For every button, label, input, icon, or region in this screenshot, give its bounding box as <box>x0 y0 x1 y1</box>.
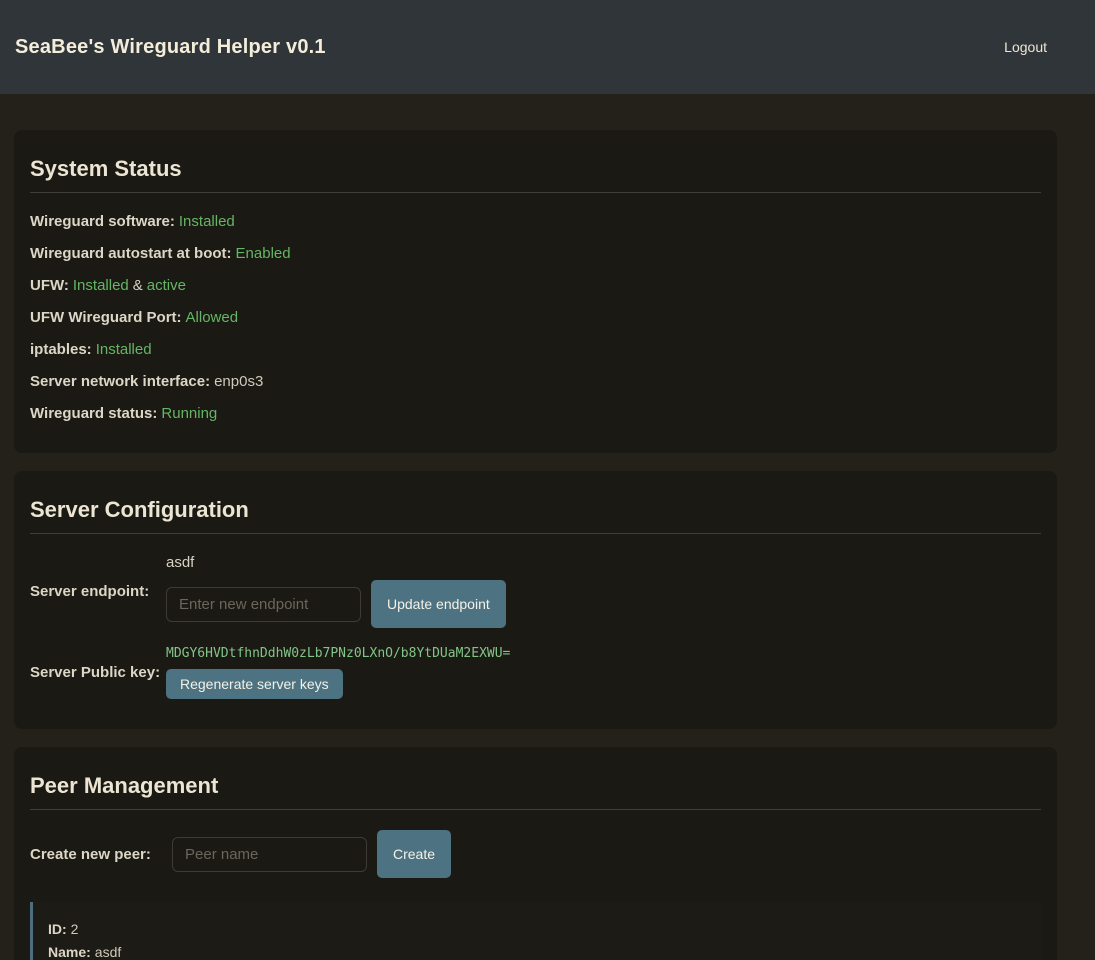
create-peer-button[interactable]: Create <box>377 830 451 878</box>
regenerate-server-keys-button[interactable]: Regenerate server keys <box>166 669 343 699</box>
status-value: enp0s3 <box>214 373 263 390</box>
endpoint-input[interactable] <box>166 587 361 622</box>
server-configuration-heading: Server Configuration <box>30 497 1041 523</box>
peer-id-value: 2 <box>71 921 79 937</box>
status-value: Enabled <box>236 245 291 262</box>
peer-management-heading: Peer Management <box>30 773 1041 799</box>
update-endpoint-button[interactable]: Update endpoint <box>371 580 506 628</box>
status-line-network-interface: Server network interface:enp0s3 <box>30 373 1041 391</box>
main-content: System Status Wireguard software:Install… <box>14 94 1057 960</box>
peer-name-input[interactable] <box>172 837 367 872</box>
server-endpoint-current-value: asdf <box>166 554 506 571</box>
create-peer-row: Create new peer: Create <box>30 830 1041 878</box>
status-label: Server network interface: <box>30 373 210 390</box>
status-value: Running <box>161 405 217 422</box>
server-public-key-value: MDGY6HVDtfhnDdhW0zLb7PNz0LXnO/b8YtDUaM2E… <box>166 646 510 661</box>
section-divider <box>30 533 1041 534</box>
app-header: SeaBee's Wireguard Helper v0.1 Logout <box>0 0 1095 94</box>
server-configuration-card: Server Configuration Server endpoint: as… <box>14 471 1057 729</box>
create-peer-label: Create new peer: <box>30 846 166 863</box>
status-label: Wireguard software: <box>30 213 175 230</box>
peer-name-label: Name: <box>48 944 91 960</box>
app-title: SeaBee's Wireguard Helper v0.1 <box>15 36 326 59</box>
status-line-wireguard-software: Wireguard software:Installed <box>30 213 1041 231</box>
server-public-key-label: Server Public key: <box>30 664 166 681</box>
status-label: iptables: <box>30 341 92 358</box>
status-value: Allowed <box>186 309 239 326</box>
peer-management-card: Peer Management Create new peer: Create … <box>14 747 1057 960</box>
server-public-key-row: Server Public key: MDGY6HVDtfhnDdhW0zLb7… <box>30 646 1041 699</box>
status-label: Wireguard autostart at boot: <box>30 245 232 262</box>
status-line-wireguard-status: Wireguard status:Running <box>30 405 1041 423</box>
status-value: Installed <box>179 213 235 230</box>
system-status-heading: System Status <box>30 156 1041 182</box>
peer-item: ID:2 Name:asdf Public Key:ckyOHj5Bk8707g… <box>30 902 1041 960</box>
system-status-card: System Status Wireguard software:Install… <box>14 130 1057 453</box>
server-endpoint-content: asdf Update endpoint <box>166 554 506 628</box>
peer-id-line: ID:2 <box>48 921 1023 937</box>
status-label: UFW Wireguard Port: <box>30 309 182 326</box>
server-endpoint-label: Server endpoint: <box>30 583 166 600</box>
status-value: Installed <box>73 277 129 294</box>
status-line-autostart: Wireguard autostart at boot:Enabled <box>30 245 1041 263</box>
status-value: Installed <box>96 341 152 358</box>
status-line-ufw-port: UFW Wireguard Port:Allowed <box>30 309 1041 327</box>
server-public-key-content: MDGY6HVDtfhnDdhW0zLb7PNz0LXnO/b8YtDUaM2E… <box>166 646 510 699</box>
section-divider <box>30 809 1041 810</box>
section-divider <box>30 192 1041 193</box>
status-value-2: active <box>147 277 186 294</box>
peer-name-line: Name:asdf <box>48 944 1023 960</box>
server-endpoint-row: Server endpoint: asdf Update endpoint <box>30 554 1041 628</box>
peer-name-value: asdf <box>95 944 121 960</box>
status-line-iptables: iptables:Installed <box>30 341 1041 359</box>
status-separator: & <box>133 277 143 294</box>
logout-link[interactable]: Logout <box>1004 39 1047 55</box>
peer-id-label: ID: <box>48 921 67 937</box>
status-line-ufw: UFW:Installed&active <box>30 277 1041 295</box>
status-label: UFW: <box>30 277 69 294</box>
status-label: Wireguard status: <box>30 405 157 422</box>
